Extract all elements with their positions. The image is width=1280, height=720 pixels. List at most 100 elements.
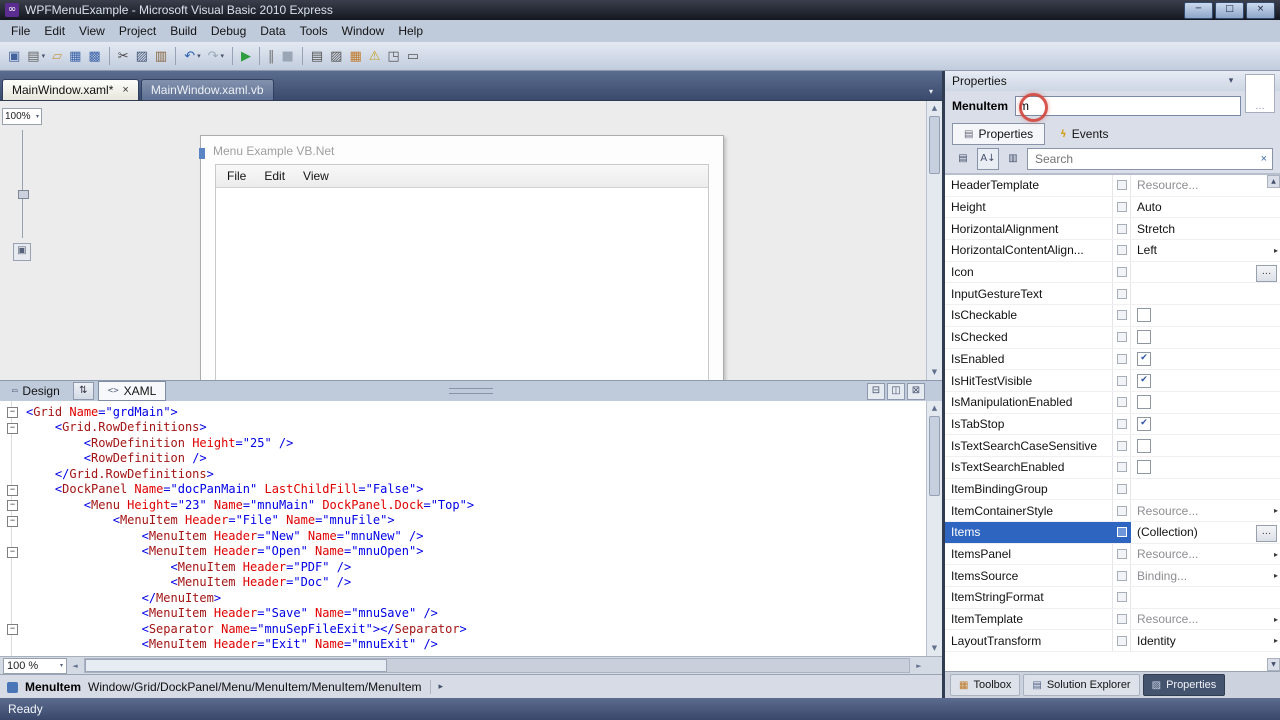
checkbox[interactable] — [1137, 438, 1151, 453]
clear-search-icon[interactable]: × — [1261, 153, 1267, 165]
expand-arrow-icon[interactable]: ▸ — [1274, 571, 1278, 580]
property-value[interactable]: Stretch — [1131, 218, 1280, 239]
xaml-line[interactable]: − <DockPanel Name="docPanMain" LastChild… — [0, 482, 927, 498]
zoom-slider-thumb[interactable] — [17, 190, 29, 199]
expand-arrow-icon[interactable]: ▸ — [1274, 246, 1278, 255]
designer-zoom-combo[interactable]: 100% ▾ — [2, 108, 42, 125]
xaml-line[interactable]: − <MenuItem Header="File" Name="mnuFile"… — [0, 513, 927, 529]
maximize-button[interactable]: □ — [1215, 1, 1244, 19]
scroll-down-icon[interactable]: ▼ — [927, 641, 942, 656]
property-marker-icon[interactable] — [1113, 283, 1131, 305]
xaml-line[interactable]: </MenuItem> — [0, 590, 927, 606]
property-marker-icon[interactable] — [1113, 326, 1131, 348]
close-button[interactable]: × — [1246, 1, 1275, 19]
property-row-horizontalcontentalign[interactable]: HorizontalContentAlign... Left ▸ — [945, 240, 1280, 262]
expand-arrow-icon[interactable]: ▸ — [1274, 550, 1278, 559]
breadcrumb-object[interactable]: MenuItem — [25, 680, 81, 694]
property-value[interactable]: Left — [1131, 240, 1280, 261]
editor-zoom-combo[interactable]: 100 % ▾ — [3, 657, 67, 674]
property-marker-icon[interactable] — [1113, 587, 1131, 608]
property-value[interactable]: Binding... — [1131, 565, 1280, 586]
checkbox[interactable] — [1137, 460, 1151, 475]
scrollbar-track[interactable] — [927, 496, 942, 641]
tab-overflow-button[interactable]: ▾ — [929, 87, 938, 100]
property-value[interactable] — [1131, 392, 1280, 413]
horizontal-scrollbar-track[interactable] — [84, 658, 910, 673]
property-row-itemspanel[interactable]: ItemsPanel Resource... ▸ — [945, 543, 1280, 566]
property-row-horizontalalignment[interactable]: HorizontalAlignment Stretch — [945, 218, 1280, 241]
open-file-button[interactable]: ▱ — [49, 45, 65, 67]
copy-button[interactable]: ▨ — [133, 45, 151, 67]
property-marker-icon[interactable] — [1113, 608, 1131, 630]
xaml-line[interactable]: − <Grid.RowDefinitions> — [0, 420, 927, 436]
scrollbar-thumb[interactable] — [929, 116, 940, 174]
menu-item-debug[interactable]: Debug — [204, 21, 253, 41]
xaml-line[interactable]: <MenuItem Header="Exit" Name="mnuExit" /… — [0, 637, 927, 653]
checkbox[interactable]: ✔ — [1137, 373, 1151, 388]
design-surface[interactable]: 100% ▾ ▣ Menu Example VB.Net File Edit Vie… — [0, 100, 942, 380]
split-horizontal-button[interactable]: ⊟ — [867, 382, 885, 400]
xaml-line[interactable]: − <Grid Name="grdMain"> — [0, 404, 927, 420]
menu-item-build[interactable]: Build — [163, 21, 204, 41]
collapse-icon[interactable]: − — [7, 407, 18, 418]
ellipsis-button[interactable]: … — [1256, 264, 1277, 282]
property-marker-icon[interactable] — [1113, 435, 1131, 456]
stop-debugging-button[interactable]: ■ — [279, 45, 297, 67]
collapse-icon[interactable]: − — [7, 422, 18, 434]
property-marker-icon[interactable] — [1113, 240, 1131, 261]
scroll-up-icon[interactable]: ▲ — [927, 101, 942, 116]
menu-item-help[interactable]: Help — [391, 21, 430, 41]
dropdown-arrow-icon[interactable]: ▾ — [221, 52, 225, 60]
property-value[interactable]: ✔ — [1131, 349, 1280, 370]
xaml-line[interactable]: <MenuItem Header="Doc" /> — [0, 575, 927, 591]
grid-scroll-down-icon[interactable]: ▼ — [1267, 658, 1280, 671]
collapse-icon[interactable]: − — [7, 546, 18, 558]
object-options-button[interactable]: … — [1245, 74, 1275, 113]
xaml-line[interactable]: <RowDefinition /> — [0, 451, 927, 467]
preview-menu-item-edit[interactable]: Edit — [255, 166, 294, 186]
scroll-up-icon[interactable]: ▲ — [927, 401, 942, 416]
property-value[interactable]: Resource... — [1131, 544, 1280, 565]
tab-events[interactable]: ϟ Events — [1048, 123, 1120, 145]
scroll-right-icon[interactable]: ► — [911, 662, 927, 670]
toolbox-button[interactable]: ▦ — [346, 45, 364, 67]
menu-item-file[interactable]: File — [4, 21, 37, 41]
undo-button[interactable]: ↶ ▾ — [181, 45, 203, 67]
xaml-line[interactable]: <MenuItem Header="Save" Name="mnuSave" /… — [0, 606, 927, 622]
object-name-input[interactable] — [1015, 96, 1241, 116]
dropdown-arrow-icon[interactable]: ▾ — [197, 52, 201, 60]
property-marker-icon[interactable] — [1113, 175, 1131, 196]
property-value[interactable] — [1131, 587, 1280, 608]
scroll-left-icon[interactable]: ◄ — [67, 662, 83, 670]
doc-tab-mainwindow-xaml[interactable]: MainWindow.xaml* × — [2, 79, 139, 100]
property-row-isenabled[interactable]: IsEnabled ✔ — [945, 348, 1280, 371]
property-row-icon[interactable]: Icon… — [945, 261, 1280, 284]
preview-menu-item-file[interactable]: File — [218, 166, 255, 186]
property-marker-icon[interactable] — [1113, 391, 1131, 413]
property-value[interactable]: Resource... — [1131, 175, 1280, 196]
property-row-istabstop[interactable]: IsTabStop ✔ — [945, 413, 1280, 436]
menu-item-data[interactable]: Data — [253, 21, 292, 41]
property-marker-icon[interactable] — [1113, 348, 1131, 370]
panel-tab-toolbox[interactable]: ▦ Toolbox — [950, 674, 1021, 696]
menu-item-tools[interactable]: Tools — [293, 21, 335, 41]
designer-window-preview[interactable]: Menu Example VB.Net File Edit View — [199, 135, 724, 380]
property-marker-icon[interactable] — [1113, 522, 1131, 543]
panel-tab-properties[interactable]: ▨ Properties — [1142, 674, 1226, 696]
scrollbar-track[interactable] — [927, 174, 942, 365]
add-new-item-button[interactable]: ▤ ▾ — [24, 45, 48, 67]
paste-button[interactable]: ▥ — [152, 45, 170, 67]
property-row-ischecked[interactable]: IsChecked — [945, 326, 1280, 349]
checkbox[interactable] — [1137, 330, 1151, 345]
property-row-inputgesturetext[interactable]: InputGestureText — [945, 283, 1280, 306]
property-value[interactable]: Resource... — [1131, 609, 1280, 630]
chevron-right-icon[interactable]: ▸ — [438, 682, 443, 692]
scroll-down-icon[interactable]: ▼ — [927, 365, 942, 380]
xaml-line[interactable]: <MenuItem Header="New" Name="mnuNew" /> — [0, 528, 927, 544]
checkbox[interactable]: ✔ — [1137, 416, 1151, 431]
zoom-to-fit-button[interactable]: ▣ — [13, 243, 31, 261]
property-marker-icon[interactable] — [1113, 413, 1131, 435]
scrollbar-thumb[interactable] — [929, 416, 940, 496]
menu-item-edit[interactable]: Edit — [37, 21, 72, 41]
error-list-button[interactable]: ⚠ — [366, 45, 384, 67]
